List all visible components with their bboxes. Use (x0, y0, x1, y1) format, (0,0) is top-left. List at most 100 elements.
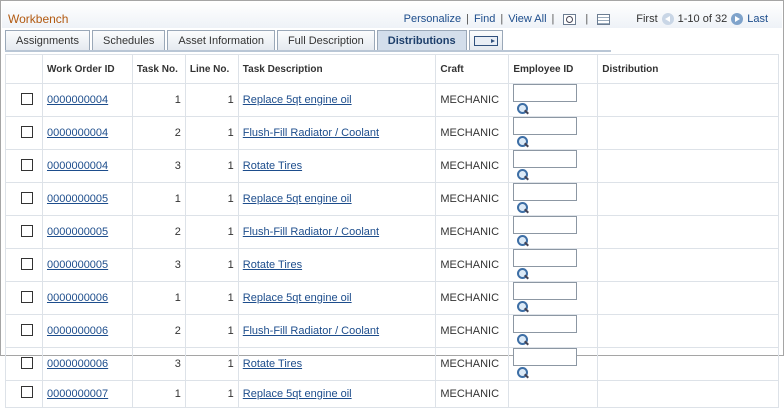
task-description-link[interactable]: Flush-Fill Radiator / Coolant (243, 325, 379, 337)
work-order-id-link[interactable]: 0000000007 (47, 388, 108, 400)
tab-asset-information[interactable]: Asset Information (167, 30, 275, 51)
task-description-link[interactable]: Replace 5qt engine oil (243, 94, 352, 106)
lookup-icon[interactable] (515, 234, 529, 248)
employee-id-input[interactable] (513, 216, 578, 234)
task-description-cell: Replace 5qt engine oil (237, 281, 437, 315)
view-all-link[interactable]: View All (508, 13, 546, 25)
lookup-icon[interactable] (515, 201, 529, 215)
work-order-id-link[interactable]: 0000000006 (47, 292, 108, 304)
employee-id-input[interactable] (513, 315, 578, 333)
row-checkbox[interactable] (21, 323, 33, 336)
work-order-id-link[interactable]: 0000000004 (47, 94, 108, 106)
line-no-header: Line No. (184, 54, 239, 84)
work-order-id-cell: 0000000005 (41, 182, 133, 216)
work-order-id-link[interactable]: 0000000005 (47, 259, 108, 271)
craft-header: Craft (435, 54, 510, 84)
employee-id-input[interactable] (513, 183, 578, 201)
tab-distributions[interactable]: Distributions (376, 30, 467, 52)
select-column-header (5, 54, 43, 84)
task-description-link[interactable]: Replace 5qt engine oil (243, 292, 352, 304)
last-link[interactable]: Last (747, 13, 768, 25)
task-description-link[interactable]: Rotate Tires (243, 358, 302, 370)
task-description-link[interactable]: Replace 5qt engine oil (243, 388, 352, 400)
row-checkbox[interactable] (21, 386, 33, 399)
work-order-id-cell: 0000000006 (41, 314, 133, 348)
row-checkbox[interactable] (21, 158, 33, 171)
work-order-id-cell: 0000000005 (41, 215, 133, 249)
task-description-link[interactable]: Replace 5qt engine oil (243, 193, 352, 205)
select-cell (5, 116, 43, 150)
select-cell (5, 281, 43, 315)
craft-cell: MECHANIC (435, 248, 510, 282)
zoom-icon[interactable] (563, 13, 577, 25)
row-checkbox[interactable] (21, 290, 33, 303)
task-description-link[interactable]: Flush-Fill Radiator / Coolant (243, 127, 379, 139)
work-order-id-cell: 0000000007 (41, 380, 133, 408)
work-order-id-link[interactable]: 0000000005 (47, 193, 108, 205)
task-no-cell: 2 (131, 215, 186, 249)
distribution-cell (597, 116, 779, 150)
line-no-cell: 1 (184, 116, 239, 150)
distribution-cell (597, 347, 779, 381)
task-description-link[interactable]: Flush-Fill Radiator / Coolant (243, 226, 379, 238)
work-order-id-cell: 0000000005 (41, 248, 133, 282)
task-description-link[interactable]: Rotate Tires (243, 259, 302, 271)
lookup-icon[interactable] (515, 267, 529, 281)
lookup-icon[interactable] (515, 135, 529, 149)
row-checkbox[interactable] (21, 125, 33, 138)
employee-id-input[interactable] (513, 282, 578, 300)
table-row: 0000000005 2 1 Flush-Fill Radiator / Coolan… (5, 215, 779, 249)
employee-id-input[interactable] (513, 150, 578, 168)
task-description-cell: Rotate Tires (237, 347, 437, 381)
next-page-icon[interactable] (731, 13, 744, 25)
work-order-id-link[interactable]: 0000000005 (47, 226, 108, 238)
row-checkbox[interactable] (21, 356, 33, 369)
lookup-icon[interactable] (515, 300, 529, 314)
work-order-id-link[interactable]: 0000000006 (47, 358, 108, 370)
tab-schedules[interactable]: Schedules (91, 30, 166, 51)
work-order-id-link[interactable]: 0000000004 (47, 160, 108, 172)
tab-assignments[interactable]: Assignments (5, 30, 90, 51)
employee-id-header: Employee ID (508, 54, 599, 84)
craft-cell: MECHANIC (435, 314, 510, 348)
task-description-cell: Replace 5qt engine oil (237, 380, 437, 408)
table-row: 0000000006 2 1 Flush-Fill Radiator / Coolan… (5, 314, 779, 348)
task-description-link[interactable]: Rotate Tires (243, 160, 302, 172)
row-checkbox[interactable] (21, 224, 33, 237)
distribution-cell (597, 149, 779, 183)
employee-id-input[interactable] (513, 249, 578, 267)
row-checkbox[interactable] (21, 257, 33, 270)
task-no-cell: 1 (131, 83, 186, 117)
download-spreadsheet-icon[interactable] (597, 13, 611, 25)
employee-id-input[interactable] (513, 117, 578, 135)
work-order-id-link[interactable]: 0000000004 (47, 127, 108, 139)
personalize-link[interactable]: Personalize (404, 13, 461, 25)
find-link[interactable]: Find (474, 13, 495, 25)
select-cell (5, 149, 43, 183)
work-order-id-cell: 0000000004 (41, 149, 133, 183)
row-checkbox[interactable] (21, 92, 33, 105)
row-checkbox[interactable] (21, 191, 33, 204)
distribution-cell (597, 314, 779, 348)
task-no-cell: 3 (131, 149, 186, 183)
employee-id-input[interactable] (513, 84, 578, 102)
lookup-icon[interactable] (515, 102, 529, 116)
grid-header: Workbench Personalize | Find | View All … (2, 2, 782, 28)
table-body: 0000000004 1 1 Replace 5qt engine oil MECHAN… (5, 83, 779, 408)
employee-id-input[interactable] (513, 348, 578, 366)
tab-label: Asset Information (178, 35, 264, 47)
table-row: 0000000005 1 1 Replace 5qt engine oil MECHAN… (5, 182, 779, 216)
lookup-icon[interactable] (515, 366, 529, 380)
line-no-cell: 1 (184, 281, 239, 315)
work-order-id-header: Work Order ID (41, 54, 133, 84)
previous-page-icon[interactable] (661, 13, 674, 25)
work-order-id-link[interactable]: 0000000006 (47, 325, 108, 337)
task-description-cell: Replace 5qt engine oil (237, 182, 437, 216)
lookup-icon[interactable] (515, 333, 529, 347)
craft-cell: MECHANIC (435, 182, 510, 216)
distribution-cell (597, 83, 779, 117)
tab-full-description[interactable]: Full Description (276, 30, 375, 51)
row-range: 1-10 of 32 (677, 13, 728, 25)
lookup-icon[interactable] (515, 168, 529, 182)
show-all-columns-tab[interactable] (468, 30, 503, 51)
